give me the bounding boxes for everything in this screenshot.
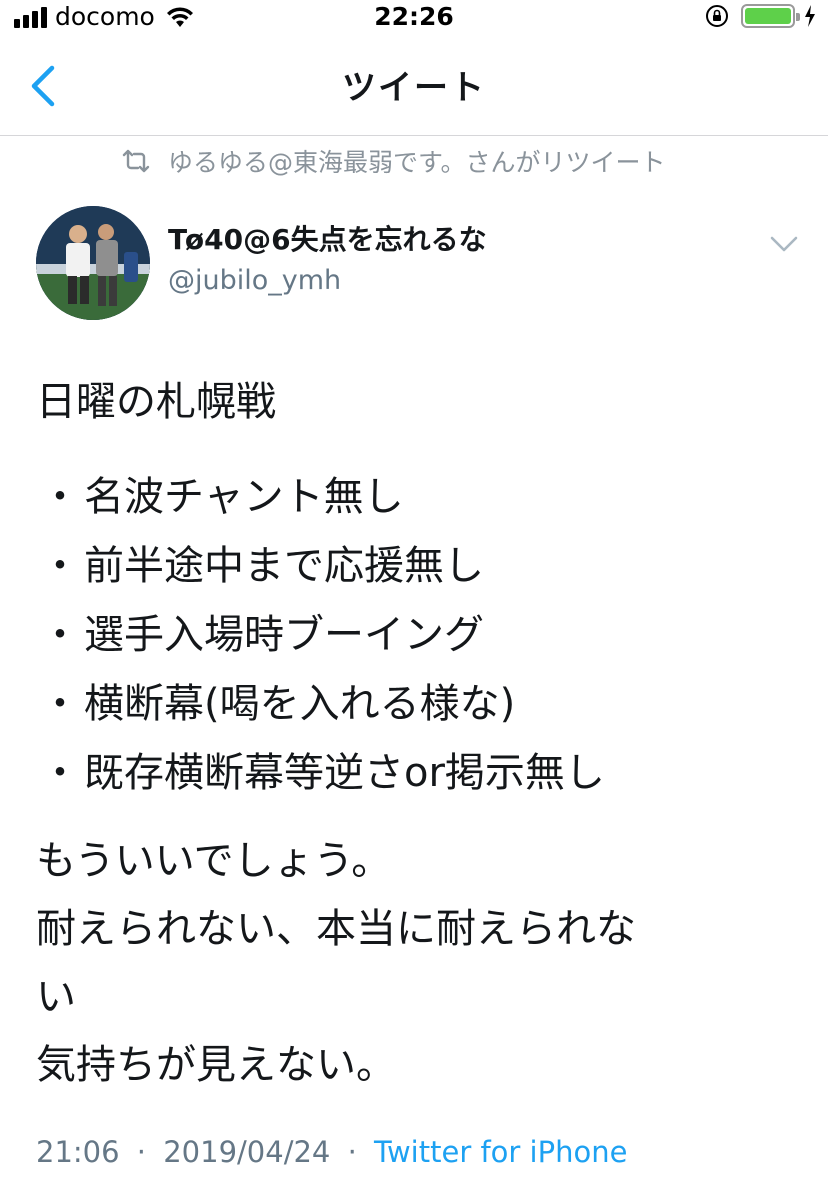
tweet-source-link[interactable]: Twitter for iPhone [374,1135,627,1169]
tweet-time: 21:06 [36,1135,120,1169]
bullet-item: ・ 前半途中まで応援無し [36,531,806,600]
tweet-detail-screen: docomo 22:26 ツイート ゆるゆる@東海最弱です。さんがリツイート T… [0,0,828,1198]
tweet-closing-line: もういいでしょう。 [36,838,392,884]
tweet-heading-line: 日曜の札幌戦 [36,379,276,425]
bullet-mark: ・ [40,611,80,658]
charging-bolt-icon [805,5,815,27]
orientation-lock-icon [706,5,728,27]
battery-icon [741,4,800,28]
battery-nub [796,13,800,21]
tweet-date: 2019/04/24 [163,1135,331,1169]
navigation-bar: ツイート [0,36,828,136]
tweet-text: 日曜の札幌戦 ・ 名波チャント無し ・ 前半途中まで応援無し ・ 選手入場時ブー… [36,370,806,1099]
author-handle[interactable]: @jubilo_ymh [168,264,341,298]
status-right [705,4,816,28]
bullet-item: ・ 横断幕(喝を入れる様な) [36,669,806,738]
bullet-text: 名波チャント無し [84,473,404,520]
chevron-down-icon[interactable] [768,234,800,254]
meta-separator: · [136,1135,147,1169]
tweet-closing-line: い [36,974,76,1020]
tweet-closing-line: 耐えられない、本当に耐えられな [36,906,636,952]
bullet-text: 選手入場時ブーイング [84,611,484,658]
status-time: 22:26 [374,2,454,31]
avatar[interactable] [36,206,150,320]
retweet-context-text: ゆるゆる@東海最弱です。さんがリツイート [168,148,666,177]
bullet-text: 前半途中まで応援無し [84,542,484,589]
tweet-meta: 21:06 · 2019/04/24 · Twitter for iPhone [36,1132,627,1172]
author-display-name[interactable]: Tø40@6失点を忘れるな [168,222,487,258]
meta-separator: · [347,1135,357,1169]
bullet-text: 横断幕(喝を入れる様な) [84,680,516,727]
bullet-item: ・ 名波チャント無し [36,462,806,531]
bullet-item: ・ 既存横断幕等逆さor掲示無し [36,738,806,807]
bullet-item: ・ 選手入場時ブーイング [36,600,806,669]
battery-fill [745,8,791,24]
retweet-context[interactable]: ゆるゆる@東海最弱です。さんがリツイート [120,144,666,178]
page-title: ツイート [342,68,486,108]
status-bar: docomo 22:26 [0,0,828,36]
bullet-mark: ・ [40,680,80,727]
tweet-closing-line: 気持ちが見えない。 [36,1042,396,1088]
bullet-mark: ・ [40,542,80,589]
avatar-image [36,206,150,320]
tweet-bullet-list: ・ 名波チャント無し ・ 前半途中まで応援無し ・ 選手入場時ブーイング ・ 横… [36,462,806,807]
bullet-text: 既存横断幕等逆さor掲示無し [84,749,605,796]
bullet-mark: ・ [40,473,80,520]
retweet-icon [122,149,150,173]
bullet-mark: ・ [40,749,80,796]
